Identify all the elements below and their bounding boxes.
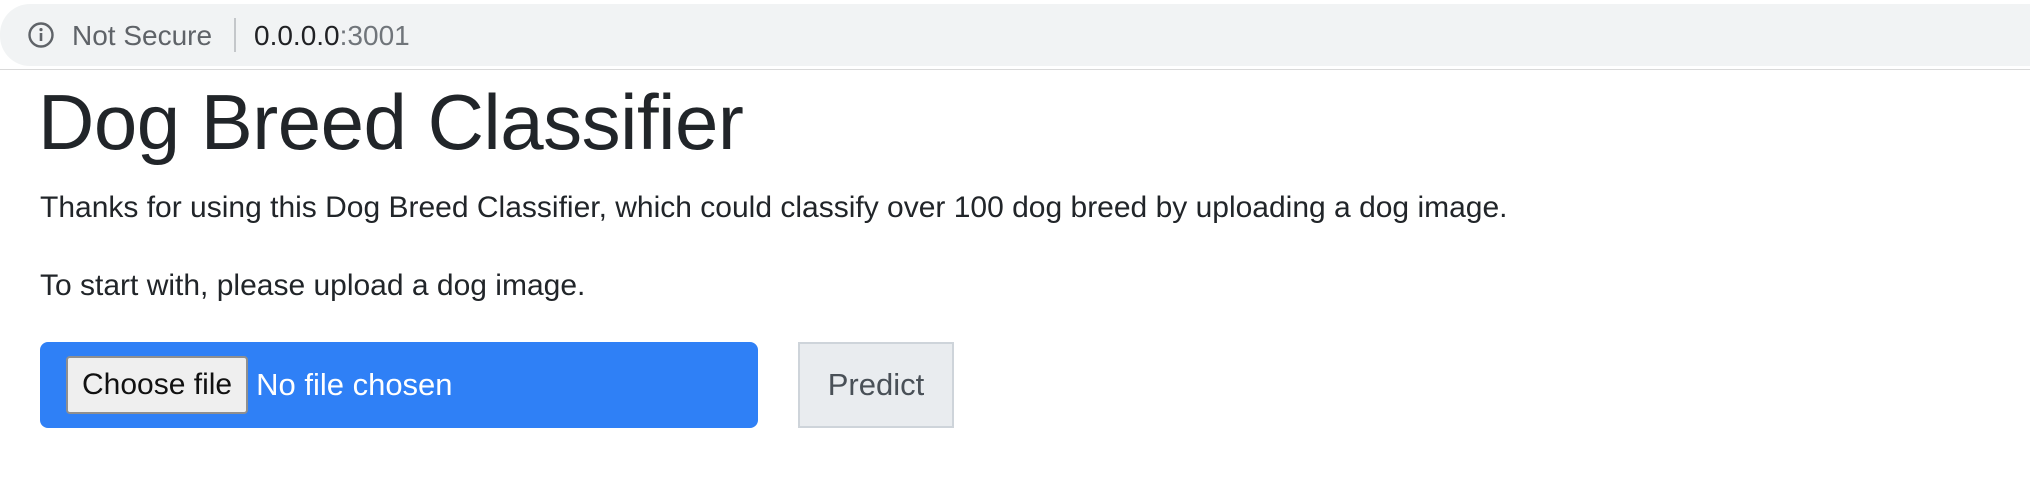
toolbar-divider	[0, 69, 2030, 70]
start-prompt: To start with, please upload a dog image…	[40, 269, 586, 302]
file-upload-input[interactable]: Choose file No file chosen	[40, 342, 758, 428]
intro-text: Thanks for using this Dog Breed Classifi…	[40, 191, 1508, 224]
address-bar[interactable]: Not Secure 0.0.0.0:3001	[0, 4, 2030, 66]
predict-button[interactable]: Predict	[798, 342, 954, 428]
page-title: Dog Breed Classifier	[38, 78, 744, 166]
choose-file-button[interactable]: Choose file	[66, 356, 249, 414]
info-icon[interactable]	[27, 21, 55, 49]
url-port: :3001	[339, 20, 410, 51]
file-status-text: No file chosen	[256, 367, 453, 402]
url-host: 0.0.0.0	[254, 20, 340, 51]
security-label[interactable]: Not Secure	[72, 19, 212, 53]
url-divider	[234, 18, 236, 52]
url-text[interactable]: 0.0.0.0:3001	[254, 19, 410, 53]
